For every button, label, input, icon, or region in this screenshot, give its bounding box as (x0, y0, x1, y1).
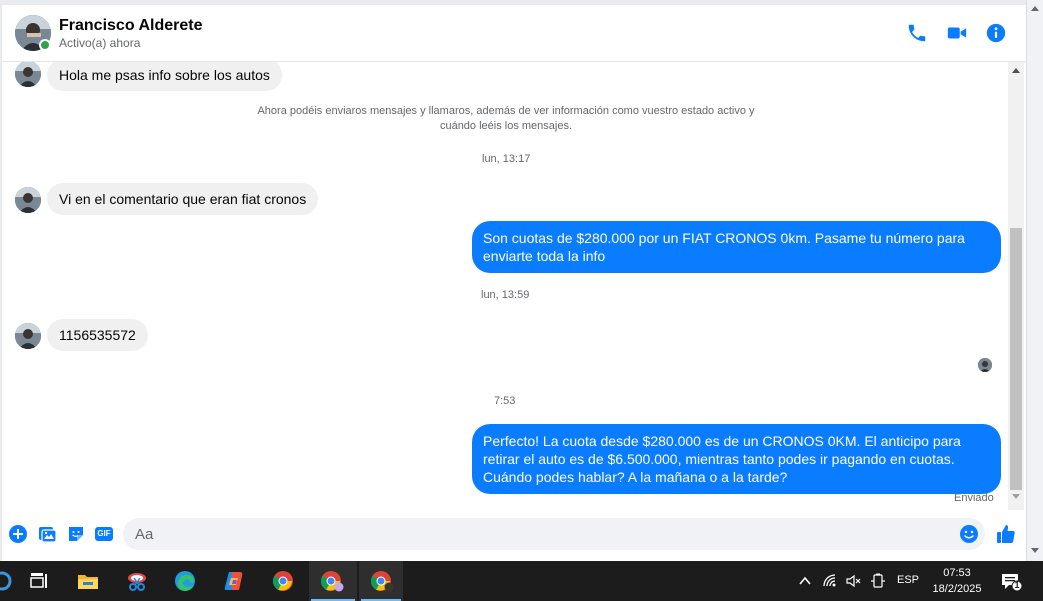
notification-center-icon[interactable]: 1 (1001, 572, 1023, 592)
messenger-window: Francisco Alderete Activo(a) ahora Hola … (0, 0, 1043, 601)
gif-label: GIF (97, 529, 111, 538)
sticker-icon[interactable] (66, 524, 86, 544)
clock-date: 18/2/2025 (932, 583, 982, 595)
message-input[interactable] (135, 518, 945, 550)
clock-time: 07:53 (943, 567, 971, 579)
task-view-icon[interactable] (16, 561, 60, 601)
cortana-icon[interactable] (0, 561, 14, 601)
contact-name[interactable]: Francisco Alderete (59, 17, 202, 35)
phone-icon[interactable] (906, 22, 928, 44)
plus-circle-icon[interactable] (8, 524, 28, 544)
chrome-profile-2-icon[interactable] (359, 561, 403, 601)
incoming-message[interactable]: Vi en el comentario que eran fiat cronos (47, 183, 319, 215)
video-camera-icon[interactable] (946, 22, 968, 44)
timestamp-separator: lun, 13:17 (482, 153, 531, 165)
snipping-tool-icon[interactable] (115, 561, 159, 601)
incoming-message[interactable]: Hola me psas info sobre los autos (47, 62, 282, 91)
copilot-icon[interactable] (212, 561, 256, 601)
outgoing-message[interactable]: Perfecto! La cuota desde $280.000 es de … (472, 424, 1001, 494)
sender-avatar[interactable] (15, 62, 41, 87)
contact-status: Activo(a) ahora (59, 36, 141, 50)
message-composer: GIF (2, 510, 1026, 561)
battery-icon[interactable] (870, 573, 886, 589)
message-sent-status: Enviado (954, 492, 994, 504)
system-notice: Ahora podéis enviaros mensajes y llamaro… (257, 105, 755, 132)
scrollbar-thumb[interactable] (1010, 228, 1022, 490)
emoji-icon[interactable] (959, 524, 979, 544)
image-icon[interactable] (37, 524, 57, 544)
system-clock[interactable]: 07:53 18/2/2025 (924, 565, 990, 597)
message-input-container[interactable] (123, 518, 985, 550)
chrome-icon[interactable] (261, 561, 305, 601)
timestamp-separator: lun, 13:59 (481, 289, 530, 301)
scroll-down-arrow-icon[interactable] (1012, 494, 1020, 499)
outgoing-message[interactable]: Son cuotas de $280.000 por un FIAT CRONO… (472, 221, 1001, 273)
page-scroll-down-icon[interactable] (1031, 548, 1039, 553)
page-scroll-up-icon[interactable] (1031, 6, 1039, 11)
timestamp-separator: 7:53 (494, 395, 516, 407)
sender-avatar[interactable] (15, 187, 41, 213)
chat-header: Francisco Alderete Activo(a) ahora (2, 5, 1026, 62)
show-hidden-icons-icon[interactable] (797, 573, 813, 589)
windows-taskbar: ESP 07:53 18/2/2025 1 (0, 561, 1043, 601)
thumbs-up-icon[interactable] (995, 523, 1017, 545)
online-status-dot (39, 39, 51, 51)
gif-icon[interactable]: GIF (94, 524, 114, 544)
input-language-indicator[interactable]: ESP (897, 574, 919, 586)
incoming-message[interactable]: 1156535572 (47, 319, 148, 351)
volume-muted-icon[interactable] (845, 573, 861, 589)
page-scrollbar[interactable] (1026, 0, 1043, 561)
info-icon[interactable] (985, 22, 1007, 44)
notification-count-badge: 1 (1014, 580, 1020, 590)
seen-receipt-avatar (978, 358, 992, 372)
wifi-icon[interactable] (822, 573, 838, 589)
edge-icon[interactable] (163, 561, 207, 601)
sender-avatar[interactable] (15, 323, 41, 349)
scroll-up-arrow-icon[interactable] (1012, 68, 1020, 73)
chat-scrollbar[interactable] (1008, 62, 1024, 510)
message-list[interactable]: Hola me psas info sobre los autos Ahora … (2, 62, 1008, 510)
chrome-profile-1-icon[interactable] (309, 561, 357, 601)
file-explorer-icon[interactable] (66, 561, 110, 601)
